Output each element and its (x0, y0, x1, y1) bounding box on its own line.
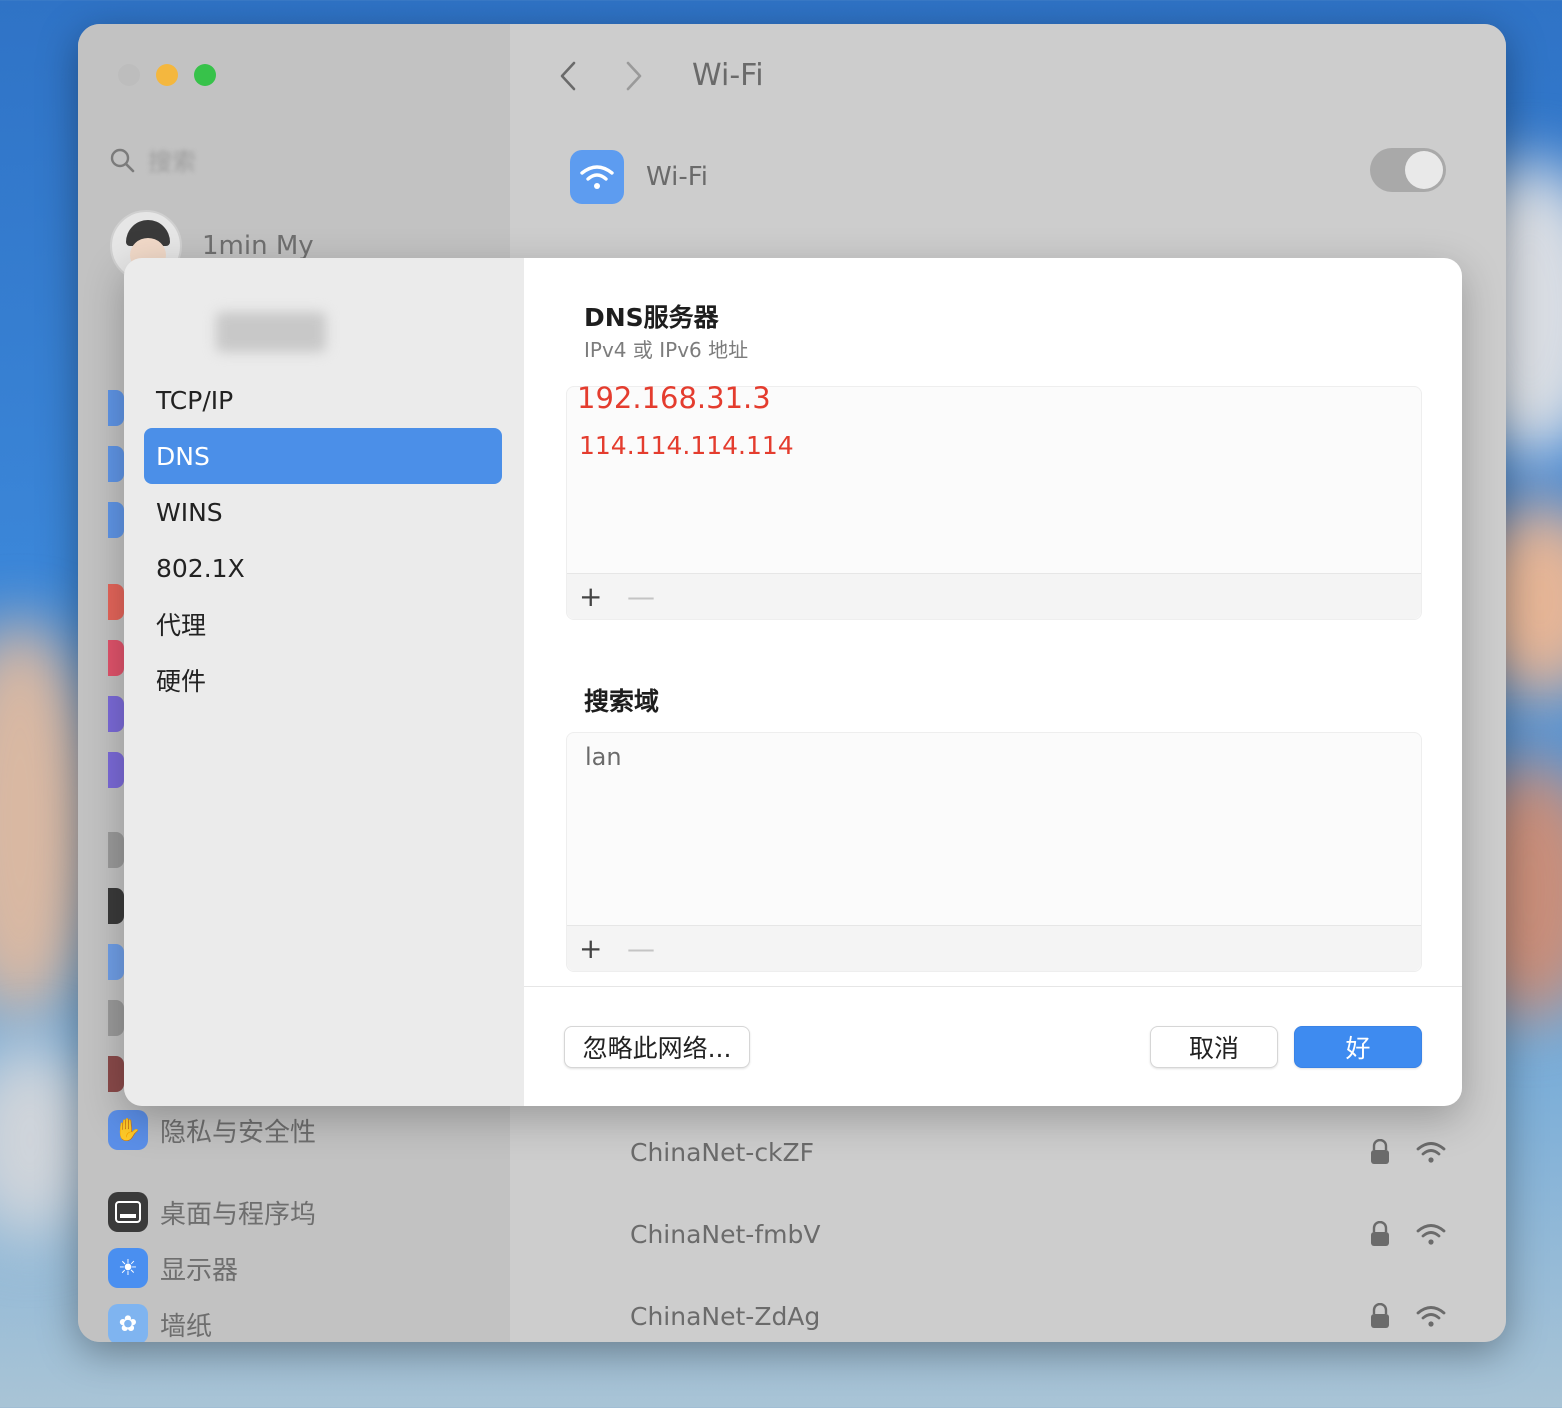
back-arrow-icon[interactable] (554, 59, 584, 93)
remove-search-domain-button[interactable]: — (627, 932, 655, 965)
search-domain-list-controls: + — (567, 925, 1421, 971)
wifi-toggle[interactable] (1370, 148, 1446, 192)
sidebar-icon-peek (108, 584, 124, 620)
search-domain-section-title: 搜索域 (584, 687, 660, 716)
wifi-icon (570, 150, 624, 204)
close-window-button[interactable] (118, 64, 140, 86)
window-controls (118, 64, 216, 86)
add-dns-button[interactable]: + (579, 580, 602, 613)
lock-icon (1371, 1303, 1389, 1328)
dns-server-list[interactable]: 192.168.31.3 114.114.114.114 + — (566, 381, 1422, 620)
sidebar-icon-peek (108, 640, 124, 676)
page-title: Wi-Fi (692, 58, 764, 93)
sidebar-item-displays[interactable]: ☀ 显示器 (108, 1248, 238, 1288)
sidebar-icon-peek (108, 888, 124, 924)
dialog-tab-hardware[interactable]: 硬件 (144, 652, 502, 708)
forget-network-button[interactable]: 忽略此网络... (564, 1026, 750, 1068)
hand-icon: ✋ (108, 1110, 148, 1150)
dialog-tab-label: 802.1X (156, 553, 245, 583)
dialog-sidebar: TCP/IP DNS WINS 802.1X 代理 硬件 (124, 258, 524, 1106)
wifi-signal-icon (1416, 1306, 1446, 1327)
zoom-window-button[interactable] (194, 64, 216, 86)
network-row[interactable]: ChinaNet-ckZF (630, 1132, 1446, 1172)
forward-arrow-icon[interactable] (618, 59, 648, 93)
network-name: ChinaNet-ZdAg (630, 1301, 821, 1331)
sidebar-icon-peek (108, 446, 124, 482)
dialog-tab-label: DNS (156, 441, 210, 471)
sidebar-item-wallpaper[interactable]: ✿ 墙纸 (108, 1304, 212, 1342)
dialog-footer-divider (524, 986, 1462, 987)
dialog-tab-wins[interactable]: WINS (144, 484, 502, 540)
wifi-signal-icon (1416, 1142, 1446, 1163)
sidebar-item-desktop-dock[interactable]: 桌面与程序坞 (108, 1192, 316, 1232)
lock-icon (1371, 1221, 1389, 1246)
sidebar-icon-peek (108, 832, 124, 868)
dock-icon (108, 1192, 148, 1232)
dialog-tab-proxy[interactable]: 代理 (144, 596, 502, 652)
dns-list-controls: + — (567, 573, 1421, 619)
wifi-label: Wi-Fi (646, 162, 709, 192)
flower-icon: ✿ (108, 1304, 148, 1342)
minimize-window-button[interactable] (156, 64, 178, 86)
sidebar-item-label: 墙纸 (160, 1311, 213, 1342)
dialog-tab-8021x[interactable]: 802.1X (144, 540, 502, 596)
sidebar-item-label: 显示器 (160, 1255, 239, 1286)
sidebar-icon-peek (108, 390, 124, 426)
ok-button[interactable]: 好 (1294, 1026, 1422, 1068)
lock-icon (1371, 1139, 1389, 1164)
cancel-button[interactable]: 取消 (1150, 1026, 1278, 1068)
dns-server-entry[interactable]: 114.114.114.114 (579, 431, 794, 460)
network-row[interactable]: ChinaNet-ZdAg (630, 1296, 1446, 1336)
sidebar-item-privacy[interactable]: ✋ 隐私与安全性 (108, 1110, 316, 1150)
network-details-dialog: TCP/IP DNS WINS 802.1X 代理 硬件 DNS服务器 IPv4… (124, 258, 1462, 1106)
sidebar-icon-peek (108, 1000, 124, 1036)
sidebar-item-label: 桌面与程序坞 (160, 1199, 317, 1230)
search-placeholder: 搜索 (148, 148, 196, 176)
sun-icon: ☀ (108, 1248, 148, 1288)
dns-server-entry[interactable]: 192.168.31.3 (577, 381, 771, 415)
network-name: ChinaNet-fmbV (630, 1219, 821, 1249)
dialog-tab-label: 硬件 (156, 667, 207, 696)
sidebar-icon-peek (108, 752, 124, 788)
dialog-tab-label: 代理 (156, 611, 207, 640)
search-icon (110, 148, 135, 172)
dialog-tab-label: TCP/IP (156, 385, 234, 415)
dialog-tab-label: WINS (156, 497, 223, 527)
network-name: ChinaNet-ckZF (630, 1137, 815, 1167)
dns-section-subtitle: IPv4 或 IPv6 地址 (584, 338, 749, 362)
network-name-blurred (216, 312, 326, 352)
dialog-tab-tcpip[interactable]: TCP/IP (144, 372, 502, 428)
dns-section-title: DNS服务器 (584, 303, 719, 332)
remove-dns-button[interactable]: — (627, 580, 655, 613)
network-row[interactable]: ChinaNet-fmbV (630, 1214, 1446, 1254)
user-name: 1min My (202, 231, 314, 261)
sidebar-search[interactable]: 搜索 (108, 142, 196, 177)
dialog-content: DNS服务器 IPv4 或 IPv6 地址 192.168.31.3 114.1… (524, 258, 1462, 1106)
sidebar-icon-peek (108, 696, 124, 732)
search-domain-list[interactable]: lan + — (566, 732, 1422, 972)
sidebar-icon-peek (108, 502, 124, 538)
add-search-domain-button[interactable]: + (579, 932, 602, 965)
toolbar: Wi-Fi (554, 58, 764, 93)
sidebar-icon-peek (108, 944, 124, 980)
sidebar-item-label: 隐私与安全性 (160, 1117, 317, 1148)
dialog-tab-dns[interactable]: DNS (144, 428, 502, 484)
wifi-signal-icon (1416, 1224, 1446, 1245)
wifi-header: Wi-Fi (570, 150, 708, 204)
sidebar-icon-peek (108, 1056, 124, 1092)
search-domain-entry[interactable]: lan (585, 743, 622, 771)
